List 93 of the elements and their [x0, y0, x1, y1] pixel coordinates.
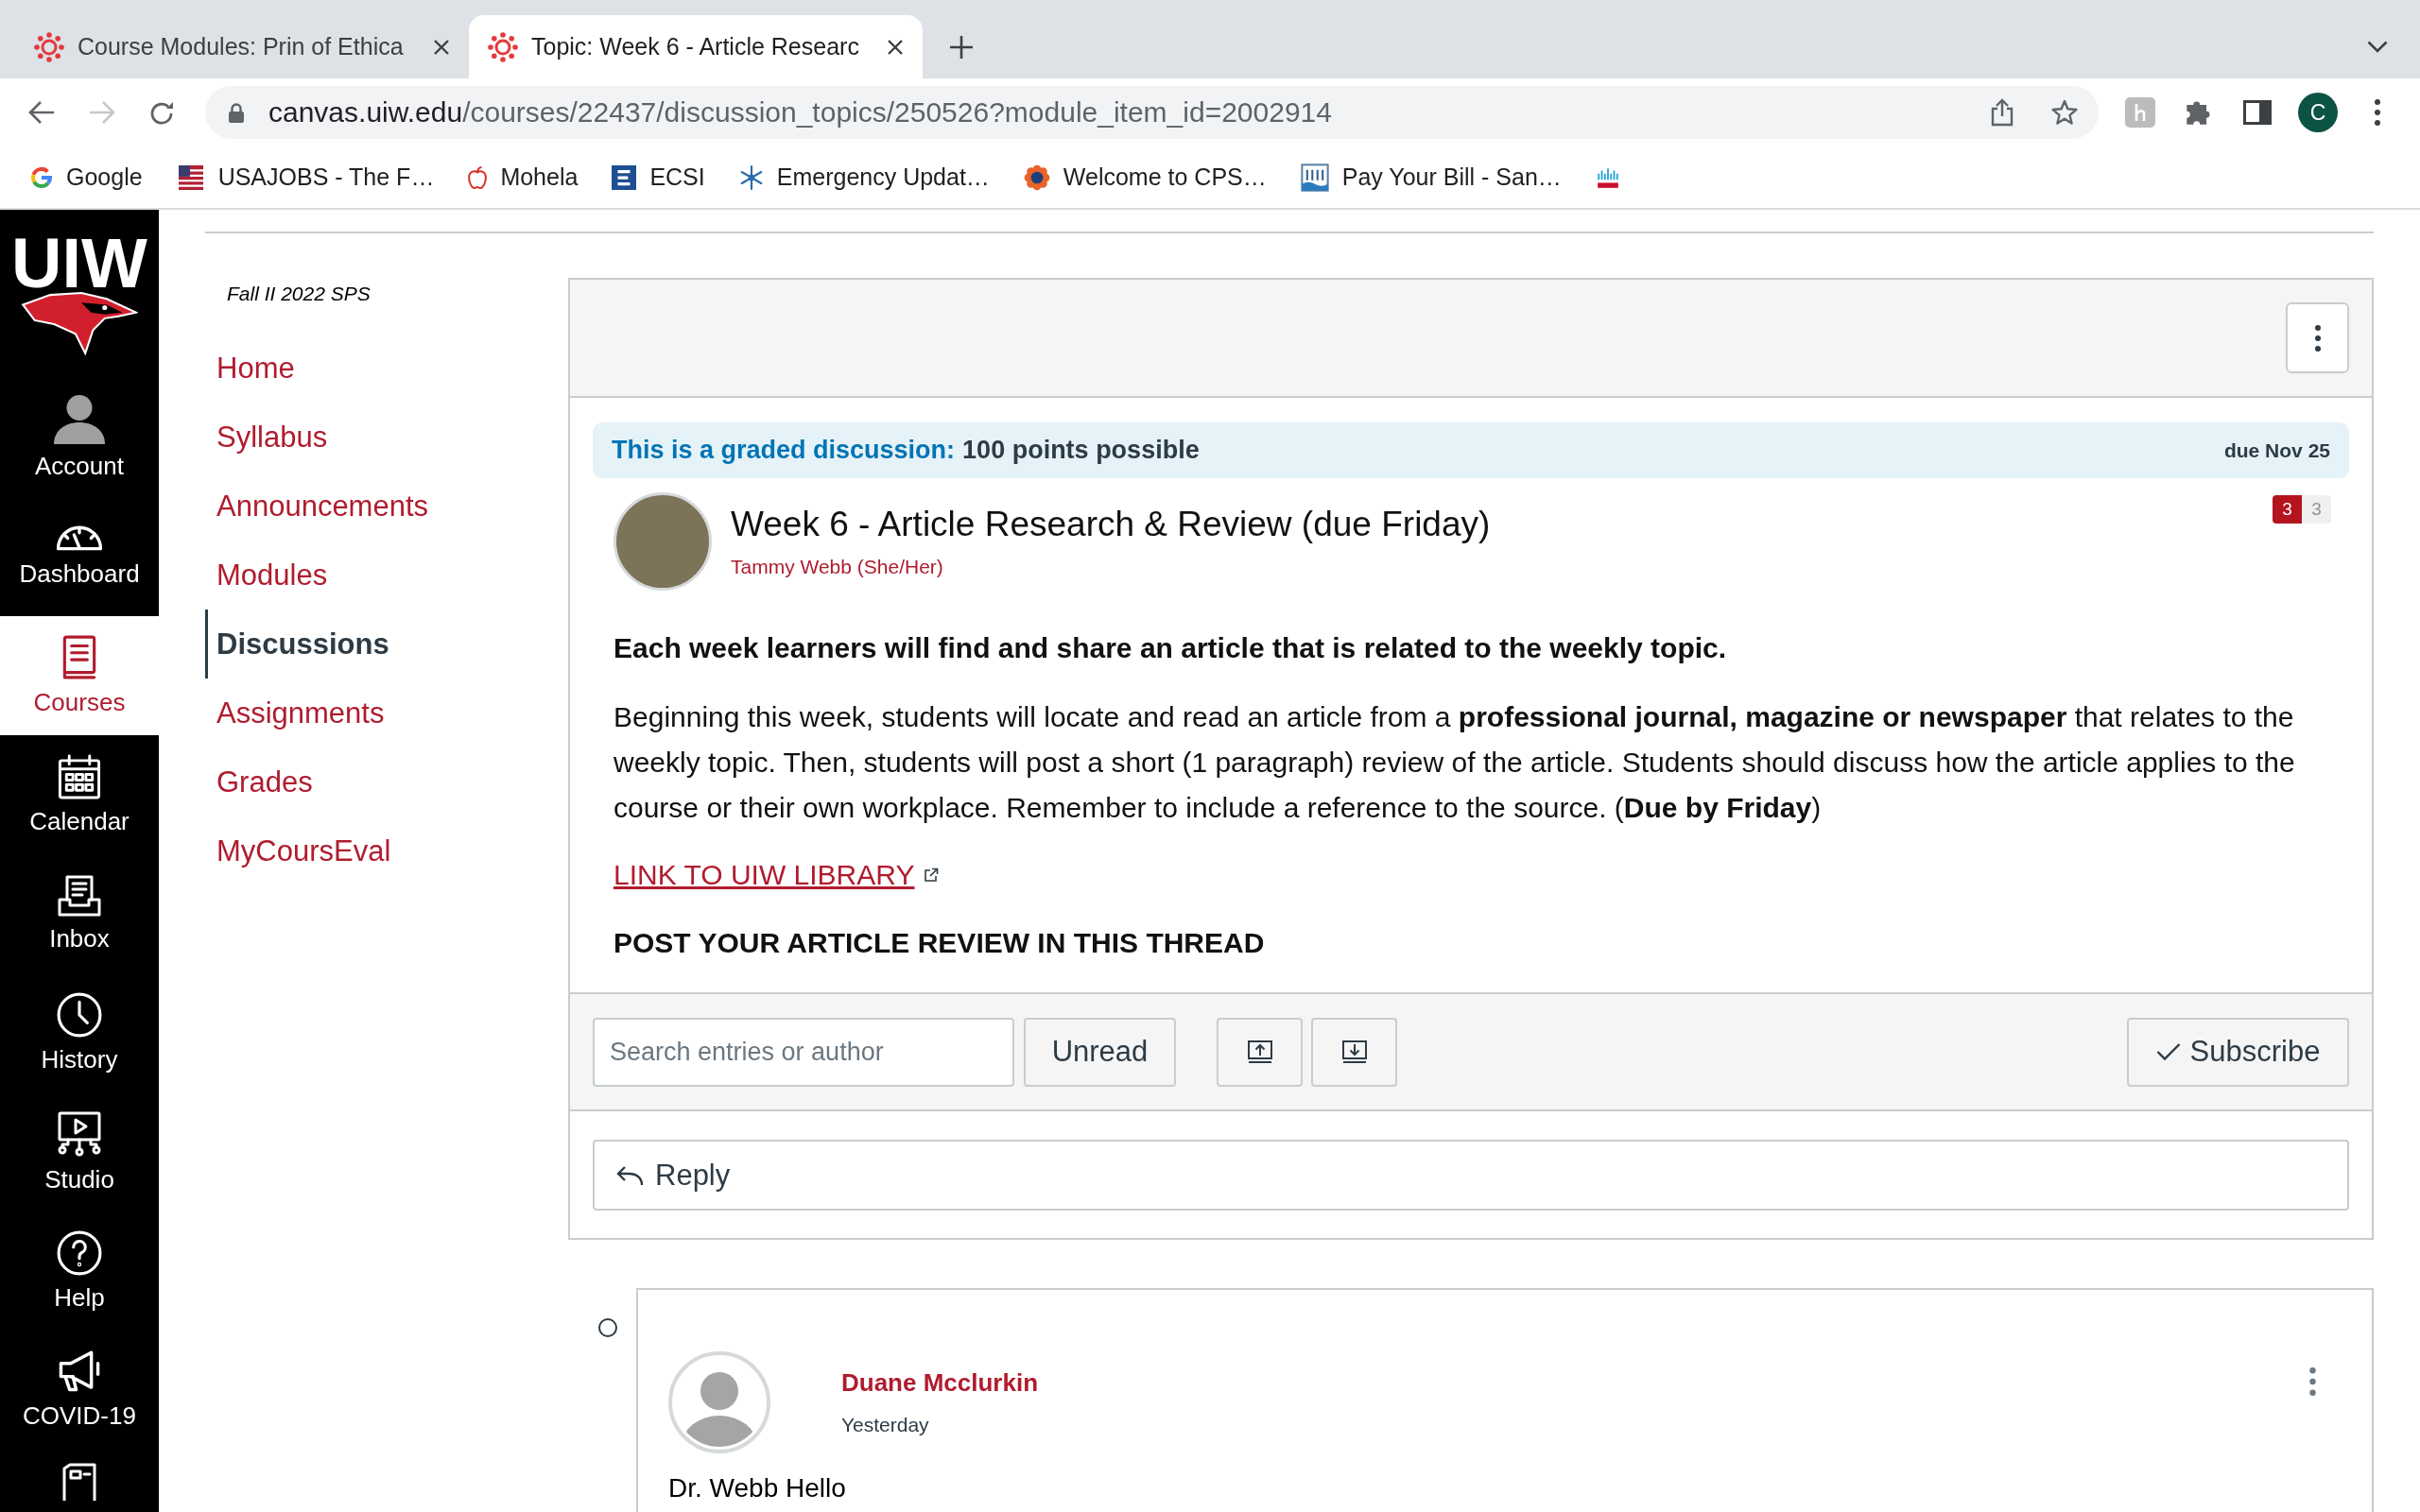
course-nav-link[interactable]: Assignments [205, 679, 568, 747]
global-nav-link[interactable]: Account [0, 378, 159, 497]
global-nav-link[interactable]: Courses [0, 616, 159, 735]
sunburst-icon [1023, 163, 1050, 191]
browser-tab[interactable]: Topic: Week 6 - Article Researc [469, 15, 923, 78]
dotted-ring-icon [488, 31, 518, 62]
arrow-up-button[interactable] [1217, 1017, 1303, 1087]
share-icon[interactable] [1990, 98, 2014, 127]
lock-icon [228, 102, 245, 123]
back-arrow-icon[interactable] [28, 100, 55, 125]
points-text: 100 points possible [962, 436, 1200, 465]
sidebar-icon[interactable] [2243, 100, 2272, 125]
striped-tile-icon [612, 164, 637, 190]
timestamp: Yesterday [841, 1413, 929, 1436]
down-arrow-box-icon [1341, 1040, 1367, 1063]
bookmark-link[interactable]: Welcome to CPS… [1023, 163, 1267, 191]
address-bar[interactable]: canvas.uiw.edu/courses/22437/discussion_topics/250526?module_item_id=2002914 [205, 86, 2099, 139]
reply-arrow-icon [615, 1163, 644, 1187]
snowflake-icon [738, 164, 764, 190]
reply-button[interactable]: Reply [593, 1140, 2349, 1211]
course-nav-link[interactable]: Grades [205, 747, 568, 816]
apple-icon [468, 164, 488, 190]
bookmark-link[interactable]: Pay Your Bill - San… [1300, 163, 1562, 192]
author-link[interactable]: Tammy Webb (She/Her) [731, 555, 943, 578]
search-field[interactable]: Search entries or author [593, 1017, 1014, 1087]
global-nav-link[interactable]: Inbox [0, 854, 159, 973]
menu-dots-icon[interactable] [2375, 99, 2380, 126]
unread-count-badge: 3 [2273, 495, 2302, 524]
bird-icon [21, 291, 138, 355]
subscribe-button[interactable]: Subscribe [2127, 1017, 2349, 1087]
course-nav-link[interactable]: Modules [205, 541, 568, 610]
global-nav-link[interactable]: Dashboard [0, 497, 159, 616]
term-label: Fall II 2022 SPS [226, 282, 372, 305]
bookmark-link[interactable]: ECSI [612, 163, 705, 191]
instruction-text: POST YOUR ARTICLE REVIEW IN THIS THREAD [614, 926, 1266, 960]
bookmark-link[interactable]: Mohela [468, 163, 579, 191]
global-nav-link[interactable]: Studio [0, 1092, 159, 1211]
book-icon [62, 635, 96, 680]
global-nav-link[interactable]: History [0, 973, 159, 1092]
extension-tile-icon[interactable] [2125, 97, 2155, 128]
calendar-icon [58, 754, 101, 799]
external-link-icon [924, 868, 940, 883]
up-arrow-box-icon [1247, 1040, 1272, 1063]
monitor-icon [58, 1110, 101, 1158]
global-nav-link[interactable]: Help [0, 1211, 159, 1331]
checkmark-icon [2155, 1042, 2181, 1061]
building-icon [1300, 163, 1329, 192]
puzzle-icon[interactable] [2185, 98, 2213, 127]
library-link[interactable]: LINK TO UIW LIBRARY [614, 859, 915, 891]
document-icon[interactable] [62, 1463, 96, 1501]
intro-text: Each week learners will find and share an article that is related to the weekly topic. [614, 631, 1728, 665]
dotted-ring-icon [34, 31, 64, 62]
course-nav-link[interactable]: Announcements [205, 472, 568, 541]
course-nav-link[interactable]: MyCoursEval [205, 816, 568, 885]
g-logo-icon [30, 165, 53, 189]
discussion-title: Week 6 - Article Research & Review (due Friday) [731, 504, 1491, 545]
logo-text: UIW [11, 234, 147, 293]
close-icon[interactable] [887, 38, 904, 56]
course-nav-link[interactable]: Discussions [205, 610, 568, 679]
close-icon[interactable] [433, 38, 450, 56]
star-icon[interactable] [2050, 99, 2079, 126]
profile-button[interactable]: C [2298, 93, 2338, 132]
inbox-tray-icon [58, 875, 101, 917]
browser-tab[interactable]: Course Modules: Prin of Ethica [15, 15, 469, 78]
question-circle-icon [57, 1230, 102, 1276]
plus-icon[interactable] [949, 34, 974, 60]
user-silhouette-icon [54, 395, 105, 444]
message-text: Dr. Webb Hello [668, 1472, 847, 1504]
flag-icon [176, 164, 205, 190]
gauge-icon [56, 525, 103, 552]
bookmark-link[interactable]: USAJOBS - The F… [176, 163, 435, 191]
due-date: due Nov 25 [2223, 438, 2330, 462]
author-link[interactable]: Duane Mcclurkin [841, 1367, 1039, 1398]
course-nav-link[interactable]: Home [205, 334, 568, 403]
clock-icon [57, 992, 102, 1038]
bookmark-link[interactable]: Google [30, 163, 143, 191]
global-nav-link[interactable]: COVID-19 [0, 1331, 159, 1450]
bookmark-link[interactable]: Emergency Updat… [738, 163, 990, 191]
megaphone-icon [58, 1350, 101, 1394]
vertical-dots-icon[interactable] [2309, 1367, 2316, 1396]
body-text: Beginning this week, students will locate and read an article from a professional journal, magazine or newspaper that relates to the weekly topic. Then, students will post a short (1 paragraph) review of the article. Students should discuss how the article applies to the course or their own workplace. Remember to include a reference to the source. (Due by Friday) [614, 700, 2296, 825]
reload-icon[interactable] [150, 100, 175, 125]
url-text: canvas.uiw.edu/courses/22437/discussion_topics/250526?module_item_id=2002914 [268, 96, 1332, 129]
unread-filter-button[interactable]: Unread [1024, 1017, 1176, 1087]
reply-count-badge: 3 [2302, 495, 2331, 524]
graded-label: This is a graded discussion: [612, 436, 956, 465]
vertical-dots-icon [2314, 324, 2321, 352]
user-silhouette-icon [668, 1351, 770, 1453]
global-nav-link[interactable]: Calendar [0, 735, 159, 854]
chevron-down-icon[interactable] [2367, 41, 2388, 53]
status-ring-icon[interactable] [598, 1318, 617, 1337]
course-nav-link[interactable]: Syllabus [205, 403, 568, 472]
arrow-down-button[interactable] [1311, 1017, 1397, 1087]
